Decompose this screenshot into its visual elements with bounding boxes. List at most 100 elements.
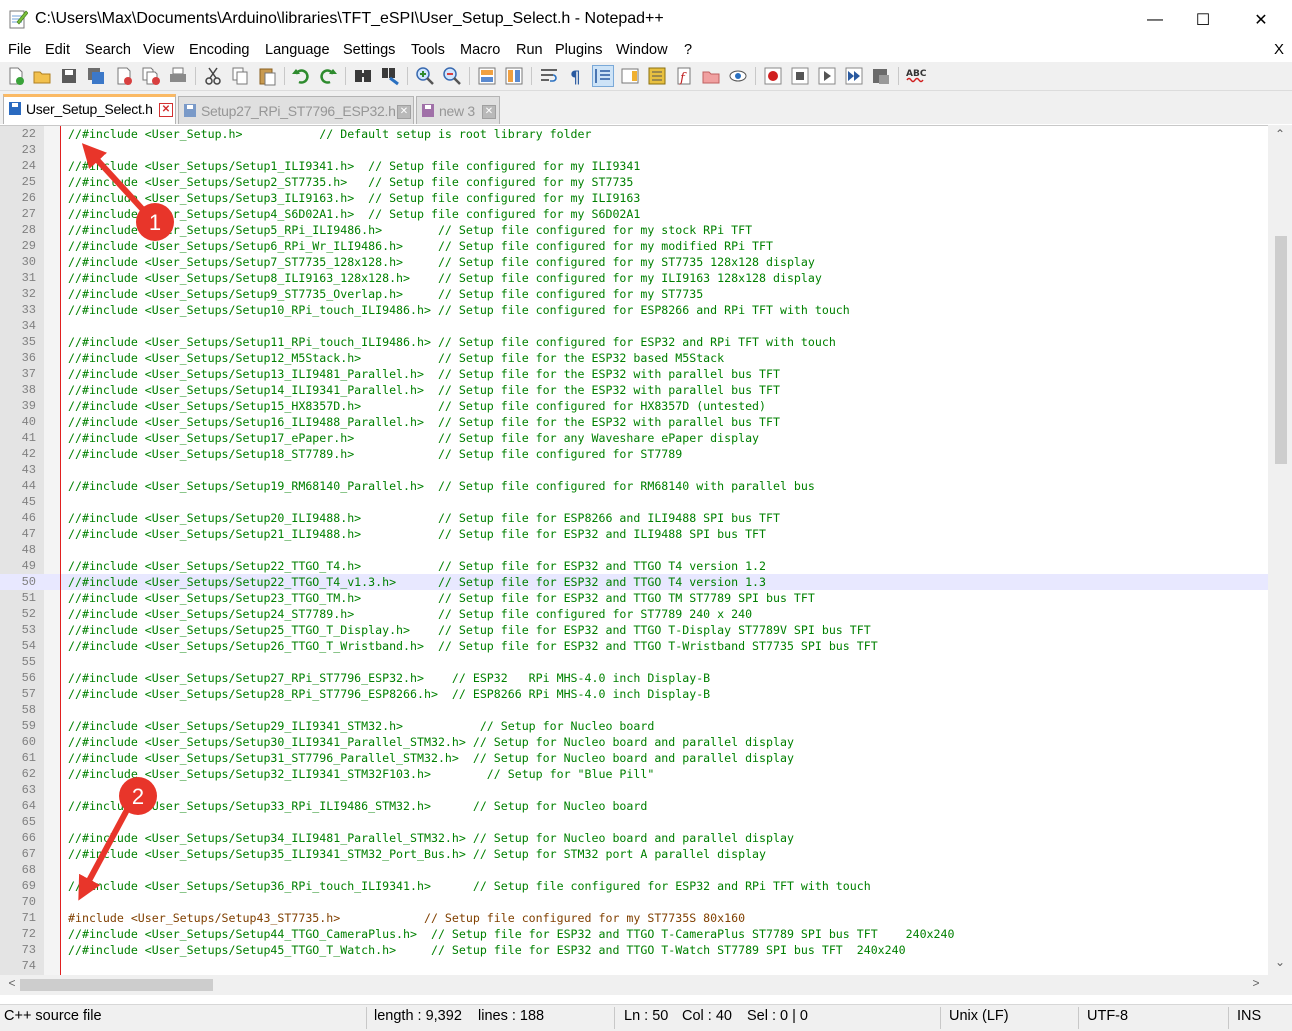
document-map-icon[interactable] [620, 66, 640, 86]
code-text[interactable]: //#include <User_Setups/Setup36_RPi_touc… [68, 878, 871, 894]
paste-icon[interactable] [257, 66, 277, 86]
code-line[interactable]: 39 //#include <User_Setups/Setup15_HX8357… [0, 398, 1268, 414]
code-text[interactable]: //#include <User_Setups/Setup24_ST7789.h… [68, 606, 752, 622]
code-line[interactable]: 27 //#include <User_Setups/Setup4_S6D02A1… [0, 206, 1268, 222]
code-text[interactable]: //#include <User_Setups/Setup45_TTGO_T_W… [68, 942, 906, 958]
menu-search[interactable]: Search [85, 42, 131, 58]
tab-new-3[interactable]: new 3 ✕ [416, 96, 500, 124]
view-icon[interactable] [728, 66, 748, 86]
code-line[interactable]: 44 //#include <User_Setups/Setup19_RM6814… [0, 478, 1268, 494]
code-line[interactable]: 66 //#include <User_Setups/Setup34_ILI948… [0, 830, 1268, 846]
undo-icon[interactable] [291, 66, 311, 86]
code-line[interactable]: 67 //#include <User_Setups/Setup35_ILI934… [0, 846, 1268, 862]
tab-close-icon[interactable]: ✕ [159, 103, 173, 117]
code-line[interactable]: 31 //#include <User_Setups/Setup8_ILI9163… [0, 270, 1268, 286]
minimize-button[interactable]: — [1132, 0, 1178, 40]
menu-language[interactable]: Language [265, 42, 330, 58]
copy-icon[interactable] [230, 66, 250, 86]
code-line[interactable]: 33 //#include <User_Setups/Setup10_RPi_to… [0, 302, 1268, 318]
code-line[interactable]: 48 [0, 542, 1268, 558]
code-line[interactable]: 73 //#include <User_Setups/Setup45_TTGO_T… [0, 942, 1268, 958]
scroll-up-icon[interactable]: ⌃ [1268, 127, 1292, 144]
function-list-icon[interactable] [647, 66, 667, 86]
code-text[interactable]: //#include <User_Setups/Setup22_TTGO_T4.… [68, 558, 766, 574]
code-line[interactable]: 74 [0, 958, 1268, 974]
sync-horizontal-icon[interactable] [504, 66, 524, 86]
code-line[interactable]: 64 //#include <User_Setups/Setup33_RPi_IL… [0, 798, 1268, 814]
code-line[interactable]: 30 //#include <User_Setups/Setup7_ST7735_… [0, 254, 1268, 270]
spell-check-icon[interactable]: ABC [906, 66, 926, 86]
code-text[interactable]: //#include <User_Setups/Setup5_RPi_ILI94… [68, 222, 752, 238]
code-editor[interactable]: 22 //#include <User_Setup.h> // Default s… [0, 125, 1268, 976]
code-line[interactable]: 23 [0, 142, 1268, 158]
code-text[interactable]: //#include <User_Setups/Setup33_RPi_ILI9… [68, 798, 647, 814]
scroll-right-icon[interactable]: > [1246, 976, 1266, 994]
code-line[interactable]: 46 //#include <User_Setups/Setup20_ILI948… [0, 510, 1268, 526]
scroll-down-icon[interactable]: ⌄ [1268, 955, 1292, 972]
scroll-left-icon[interactable]: < [2, 976, 22, 994]
code-text[interactable]: //#include <User_Setups/Setup13_ILI9481_… [68, 366, 780, 382]
menu-run[interactable]: Run [516, 42, 543, 58]
code-line[interactable]: 51 //#include <User_Setups/Setup23_TTGO_T… [0, 590, 1268, 606]
record-macro-icon[interactable] [763, 66, 783, 86]
code-text[interactable]: //#include <User_Setups/Setup31_ST7796_P… [68, 750, 794, 766]
code-line[interactable]: 37 //#include <User_Setups/Setup13_ILI948… [0, 366, 1268, 382]
code-line[interactable]: 29 //#include <User_Setups/Setup6_RPi_Wr_… [0, 238, 1268, 254]
run-macro-multiple-icon[interactable] [844, 66, 864, 86]
code-text[interactable]: //#include <User_Setups/Setup34_ILI9481_… [68, 830, 794, 846]
menu-encoding[interactable]: Encoding [189, 42, 249, 58]
code-line[interactable]: 34 [0, 318, 1268, 334]
save-macro-icon[interactable] [871, 66, 891, 86]
vertical-scrollbar[interactable]: ⌃ ⌄ [1268, 125, 1292, 975]
code-line[interactable]: 35 //#include <User_Setups/Setup11_RPi_to… [0, 334, 1268, 350]
code-text[interactable]: //#include <User_Setups/Setup1_ILI9341.h… [68, 158, 640, 174]
menu-tools[interactable]: Tools [411, 42, 445, 58]
code-line[interactable]: 45 [0, 494, 1268, 510]
save-icon[interactable] [59, 66, 79, 86]
close-icon[interactable] [114, 66, 134, 86]
tab-setup27[interactable]: Setup27_RPi_ST7796_ESP32.h ✕ [178, 96, 414, 124]
code-line[interactable]: 71 #include <User_Setups/Setup43_ST7735.h… [0, 910, 1268, 926]
code-line[interactable]: 26 //#include <User_Setups/Setup3_ILI9163… [0, 190, 1268, 206]
code-line[interactable]: 57 //#include <User_Setups/Setup28_RPi_ST… [0, 686, 1268, 702]
menu-view[interactable]: View [143, 42, 174, 58]
tab-close-icon[interactable]: ✕ [397, 105, 411, 119]
stop-macro-icon[interactable] [790, 66, 810, 86]
maximize-button[interactable]: ☐ [1180, 0, 1226, 40]
horizontal-scrollbar[interactable]: < > [0, 975, 1268, 995]
code-line[interactable]: 25 //#include <User_Setups/Setup2_ST7735.… [0, 174, 1268, 190]
code-line[interactable]: 22 //#include <User_Setup.h> // Default s… [0, 126, 1268, 142]
code-line[interactable]: 49 //#include <User_Setups/Setup22_TTGO_T… [0, 558, 1268, 574]
code-text[interactable]: //#include <User_Setups/Setup11_RPi_touc… [68, 334, 836, 350]
code-text[interactable]: //#include <User_Setups/Setup18_ST7789.h… [68, 446, 682, 462]
code-line[interactable]: 55 [0, 654, 1268, 670]
code-line[interactable]: 50 //#include <User_Setups/Setup22_TTGO_T… [0, 574, 1268, 590]
replace-icon[interactable] [380, 66, 400, 86]
code-text[interactable]: //#include <User_Setups/Setup19_RM68140_… [68, 478, 815, 494]
code-text[interactable]: //#include <User_Setups/Setup28_RPi_ST77… [68, 686, 710, 702]
menu-macro[interactable]: Macro [460, 42, 500, 58]
code-line[interactable]: 62 //#include <User_Setups/Setup32_ILI934… [0, 766, 1268, 782]
monitoring-icon[interactable] [701, 66, 721, 86]
code-line[interactable]: 61 //#include <User_Setups/Setup31_ST7796… [0, 750, 1268, 766]
code-text[interactable]: //#include <User_Setups/Setup21_ILI9488.… [68, 526, 766, 542]
code-line[interactable]: 54 //#include <User_Setups/Setup26_TTGO_T… [0, 638, 1268, 654]
folder-workspace-icon[interactable]: f [674, 66, 694, 86]
menu-file[interactable]: File [8, 42, 31, 58]
code-text[interactable]: //#include <User_Setups/Setup17_ePaper.h… [68, 430, 759, 446]
code-line[interactable]: 52 //#include <User_Setups/Setup24_ST7789… [0, 606, 1268, 622]
code-text[interactable]: //#include <User_Setups/Setup25_TTGO_T_D… [68, 622, 871, 638]
code-text[interactable]: //#include <User_Setups/Setup7_ST7735_12… [68, 254, 815, 270]
menu-plugins[interactable]: Plugins [555, 42, 603, 58]
horizontal-scroll-thumb[interactable] [20, 979, 213, 991]
open-file-icon[interactable] [32, 66, 52, 86]
menu-window[interactable]: Window [616, 42, 668, 58]
tab-close-icon[interactable]: ✕ [482, 105, 496, 119]
code-text[interactable]: //#include <User_Setup.h> // Default set… [68, 126, 592, 142]
code-line[interactable]: 40 //#include <User_Setups/Setup16_ILI948… [0, 414, 1268, 430]
close-document-button[interactable]: X [1274, 41, 1284, 58]
code-line[interactable]: 32 //#include <User_Setups/Setup9_ST7735_… [0, 286, 1268, 302]
code-line[interactable]: 56 //#include <User_Setups/Setup27_RPi_ST… [0, 670, 1268, 686]
play-macro-icon[interactable] [817, 66, 837, 86]
code-text[interactable]: //#include <User_Setups/Setup26_TTGO_T_W… [68, 638, 878, 654]
